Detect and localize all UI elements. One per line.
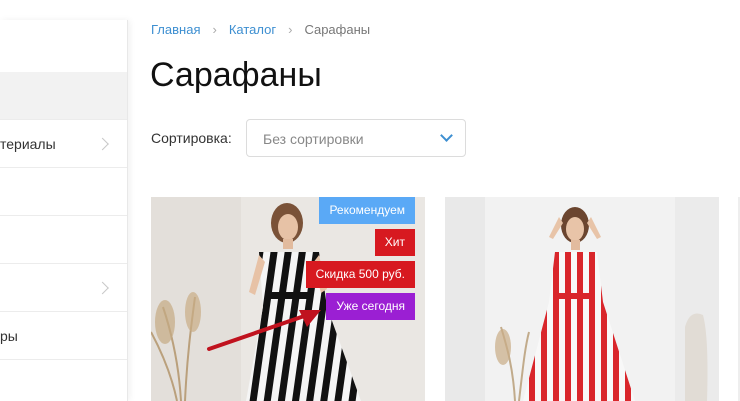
sidebar-item[interactable] [0, 168, 127, 216]
chevron-right-icon: › [288, 22, 293, 37]
chevron-right-icon: › [212, 22, 217, 37]
page-title: Сарафаны [150, 56, 322, 94]
breadcrumb-catalog-link[interactable]: Каталог [229, 22, 276, 37]
breadcrumb: Главная › Каталог › Сарафаны [151, 22, 370, 37]
sidebar-item-label: ры [0, 327, 18, 344]
chevron-right-icon [96, 281, 109, 294]
breadcrumb-home-link[interactable]: Главная [151, 22, 200, 37]
badge-hit: Хит [374, 229, 415, 256]
badge-recommended: Рекомендуем [319, 197, 415, 224]
chevron-down-icon [440, 129, 453, 142]
product-card[interactable]: Рекомендуем Хит Скидка 500 руб. Уже сего… [151, 197, 425, 401]
badge-discount: Скидка 500 руб. [305, 261, 415, 288]
sidebar-item[interactable] [0, 20, 127, 72]
sort-select-value: Без сортировки [263, 131, 364, 147]
sidebar-item-active[interactable] [0, 72, 127, 120]
sidebar-item[interactable] [0, 264, 127, 312]
product-card[interactable] [445, 197, 719, 401]
badge-list: Рекомендуем Хит Скидка 500 руб. Уже сего… [305, 197, 415, 325]
breadcrumb-current: Сарафаны [304, 22, 371, 37]
sort-select[interactable]: Без сортировки [246, 119, 466, 157]
product-image [445, 197, 719, 401]
chevron-right-icon [96, 137, 109, 150]
sidebar: териалы ры [0, 20, 128, 401]
badge-today: Уже сегодня [326, 293, 415, 320]
sidebar-item[interactable]: ры [0, 312, 127, 360]
sidebar-item[interactable] [0, 360, 127, 401]
sidebar-item[interactable] [0, 216, 127, 264]
sidebar-item-label: териалы [0, 135, 56, 152]
sidebar-item-materials[interactable]: териалы [0, 120, 127, 168]
sort-label: Сортировка: [151, 130, 232, 146]
